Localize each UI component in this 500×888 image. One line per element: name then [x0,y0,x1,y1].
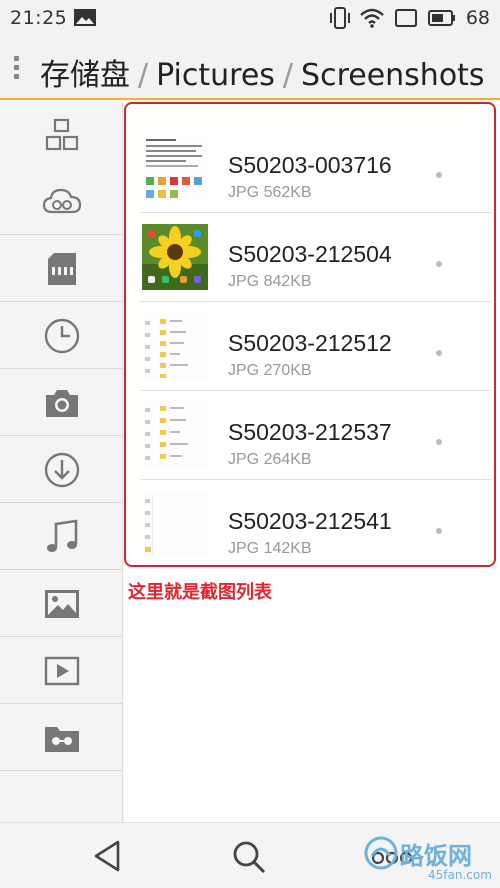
image-icon [74,9,96,26]
sidebar-item-camera[interactable] [0,370,123,436]
breadcrumb: 存储盘 / Pictures / Screenshots [40,50,485,94]
breadcrumb-separator: / [282,58,294,93]
wifi-icon [360,8,384,28]
status-icons: 68 [329,6,490,30]
watermark-text: 路饭网 [400,842,472,870]
camera-icon [45,389,78,417]
watermark-logo-icon [364,836,398,870]
download-icon [44,452,79,487]
sidebar-item-download[interactable] [0,437,123,503]
sidebar-item-category[interactable] [0,102,123,168]
breadcrumb-item-screenshots[interactable]: Screenshots [301,58,485,93]
sidebar-item-vr[interactable] [0,705,123,771]
category-icon [45,118,78,151]
screen-rotate-icon [394,9,417,27]
sidebar-item-video[interactable] [0,638,123,704]
breadcrumb-item-storage[interactable]: 存储盘 [40,58,130,93]
vr-folder-icon [44,726,79,752]
picture-icon [44,589,79,618]
video-icon [44,656,79,685]
sidebar-item-storage[interactable] [0,236,123,302]
highlight-box [124,102,496,567]
search-icon[interactable] [231,839,267,875]
back-icon[interactable] [92,839,122,873]
breadcrumb-separator: / [138,58,149,93]
header: 存储盘 / Pictures / Screenshots [0,36,500,100]
music-icon [46,518,77,552]
annotation-label: 这里就是截图列表 [128,582,272,603]
cloud-icon [42,188,81,214]
sidebar-item-recent[interactable] [0,303,123,369]
sidebar-item-pictures[interactable] [0,571,123,637]
vibrate-icon [329,7,350,29]
status-bar: 21:25 68 [0,0,500,36]
breadcrumb-item-pictures[interactable]: Pictures [156,58,275,93]
drawer-handle-icon[interactable] [14,56,22,80]
battery-icon [427,10,455,26]
watermark: 路饭网 45fan.com [344,822,494,888]
sidebar-item-music[interactable] [0,504,123,570]
status-time: 21:25 [10,7,68,29]
sd-card-icon [47,252,76,285]
sidebar [0,102,123,822]
watermark-url: 45fan.com [428,868,492,882]
sidebar-item-cloud[interactable] [0,168,123,235]
battery-level: 68 [465,7,490,29]
recent-clock-icon [44,318,79,353]
